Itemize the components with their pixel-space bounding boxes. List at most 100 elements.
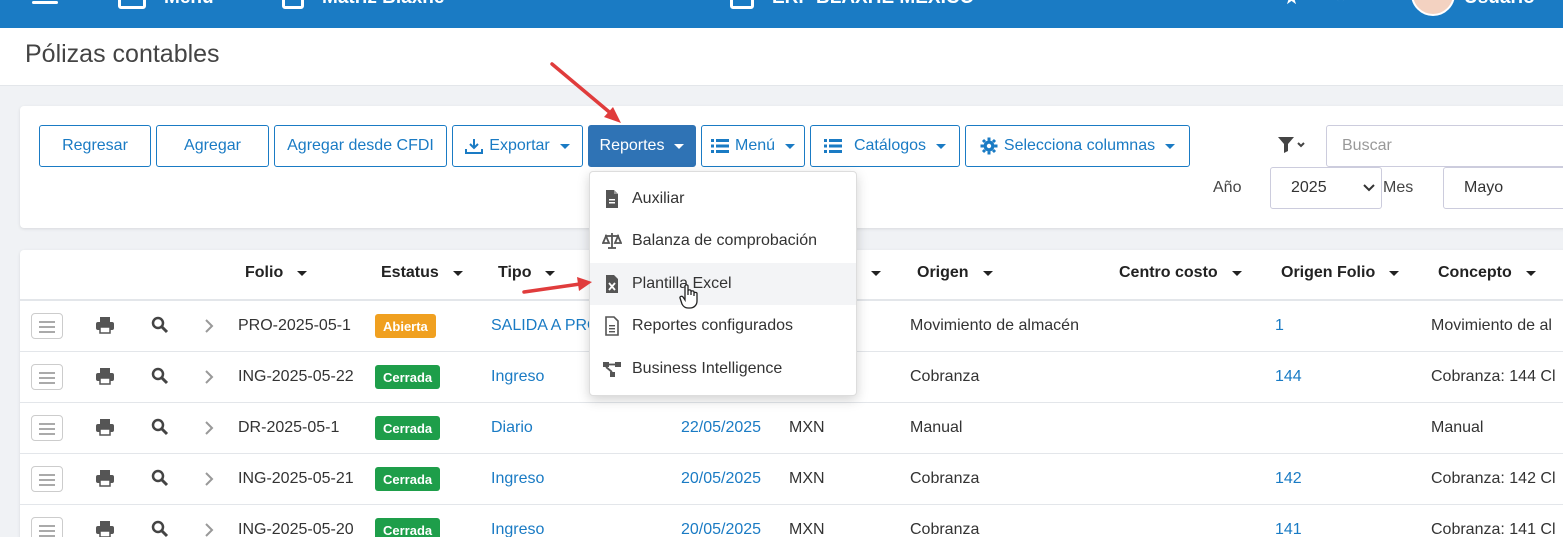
cell-moneda: MXN [789,470,825,487]
anio-value: 2025 [1291,179,1327,196]
user-menu[interactable]: Usuario [1464,0,1535,9]
branch-label: Matriz Blaxhe [322,0,444,9]
status-badge: Cerrada [375,467,441,491]
cell-fecha[interactable]: 20/05/2025 [681,470,761,488]
menu-item-reportes-configurados[interactable]: Reportes configurados [590,305,856,347]
cell-origen-folio[interactable]: 142 [1275,470,1302,488]
cell-moneda: MXN [789,419,825,436]
cell-origen-folio[interactable]: 1 [1275,317,1284,335]
header-folio[interactable]: Folio [245,264,308,282]
cell-concepto: Cobranza: 144 Cl [1431,368,1556,385]
header-estatus[interactable]: Estatus [381,264,463,282]
cell-origen: Manual [910,419,963,436]
agregar-button[interactable]: Agregar [156,125,269,167]
search-icon[interactable] [151,418,169,441]
chevron-right-icon[interactable] [204,318,214,339]
status-badge: Cerrada [375,518,441,537]
language-icon[interactable]: LS [1230,0,1248,3]
cell-tipo[interactable]: Ingreso [491,521,544,537]
status-badge: Cerrada [375,365,441,389]
cell-tipo[interactable]: Ingreso [491,470,544,488]
status-badge: Cerrada [375,416,441,440]
hamburger-icon[interactable] [32,0,58,6]
file-icon [606,190,618,208]
cell-origen: Movimiento de almacén [910,317,1079,334]
row-actions-button[interactable] [31,364,63,390]
menu-item-balanza[interactable]: Balanza de comprobación [590,220,856,262]
print-icon[interactable] [95,520,115,537]
cell-origen-folio[interactable]: 141 [1275,521,1302,537]
user-name: Usuario [1464,0,1535,9]
cell-tipo[interactable]: SALIDA A PRO [491,317,600,335]
print-icon[interactable] [95,418,115,441]
row-actions-button[interactable] [31,466,63,492]
cell-fecha[interactable]: 20/05/2025 [681,521,761,537]
cell-tipo[interactable]: Ingreso [491,368,544,386]
header-centro-costo[interactable]: Centro costo [1119,264,1242,282]
print-icon[interactable] [95,316,115,339]
download-icon [465,139,484,154]
network-icon [603,362,621,377]
mes-label: Mes [1383,179,1414,196]
cell-origen-folio[interactable]: 144 [1275,368,1302,386]
chevron-down-icon [674,143,685,149]
list-icon [710,139,729,153]
row-divider [20,453,1563,454]
building-icon [282,0,304,9]
search-icon[interactable] [151,316,169,339]
chevron-right-icon[interactable] [204,369,214,390]
search-icon[interactable] [151,367,169,390]
menu-item-plantilla-excel[interactable]: Plantilla Excel [590,263,856,305]
exportar-label: Exportar [489,137,550,154]
chevron-right-icon[interactable] [204,522,214,537]
row-actions-button[interactable] [31,415,63,441]
search-icon[interactable] [151,520,169,537]
anio-select[interactable]: 2025 [1270,167,1382,209]
file-excel-icon [606,275,618,293]
cell-moneda: MXN [789,521,825,537]
cell-tipo[interactable]: Diario [491,419,533,437]
header-origen-folio[interactable]: Origen Folio [1281,264,1400,282]
title-bar: Pólizas contables [0,28,1563,86]
exportar-button[interactable]: Exportar [452,125,583,167]
cell-concepto: Cobranza: 141 Cl [1431,521,1556,537]
cell-folio: ING-2025-05-21 [238,470,354,487]
search-input[interactable] [1326,125,1563,167]
header-concepto[interactable]: Concepto [1438,264,1536,282]
status-badge: Abierta [375,314,436,338]
cell-fecha[interactable]: 22/05/2025 [681,419,761,437]
menu-item-business-intelligence[interactable]: Business Intelligence [590,348,856,390]
filter-icon[interactable] [1277,136,1307,159]
regresar-button[interactable]: Regresar [39,125,151,167]
print-icon[interactable] [95,367,115,390]
list-icon [823,139,842,153]
columnas-button[interactable]: Selecciona columnas [965,125,1190,167]
chevron-right-icon[interactable] [204,471,214,492]
chevron-down-icon [1165,143,1176,149]
row-actions-button[interactable] [31,313,63,339]
hand-cursor-icon [679,284,698,309]
menu-item-auxiliar[interactable]: Auxiliar [590,178,856,220]
print-icon[interactable] [95,469,115,492]
catalogos-button[interactable]: Catálogos [810,125,960,167]
notifications-icon[interactable]: ◔ [1335,0,1346,9]
header-origen[interactable]: Origen [917,264,993,282]
home-icon [730,0,754,9]
search-icon[interactable] [151,469,169,492]
cell-folio: ING-2025-05-20 [238,521,354,537]
menu-button[interactable]: Menú [701,125,805,167]
avatar[interactable] [1411,0,1455,16]
row-divider [20,504,1563,505]
menu-nav[interactable]: Menú [118,0,214,9]
branch-selector[interactable]: Matriz Blaxhe [282,0,444,9]
agregar-cfdi-button[interactable]: Agregar desde CFDI [274,125,447,167]
cell-concepto: Movimiento de al [1431,317,1552,334]
reportes-label: Reportes [599,137,665,154]
reportes-dropdown: Auxiliar Balanza de comprobación Plantil… [589,171,857,396]
reportes-button[interactable]: Reportes [588,125,696,167]
mes-select[interactable]: Mayo [1443,167,1563,209]
bookmark-icon[interactable]: ★ [1283,0,1300,10]
row-actions-button[interactable] [31,517,63,537]
chevron-right-icon[interactable] [204,420,214,441]
cell-origen: Cobranza [910,470,980,487]
